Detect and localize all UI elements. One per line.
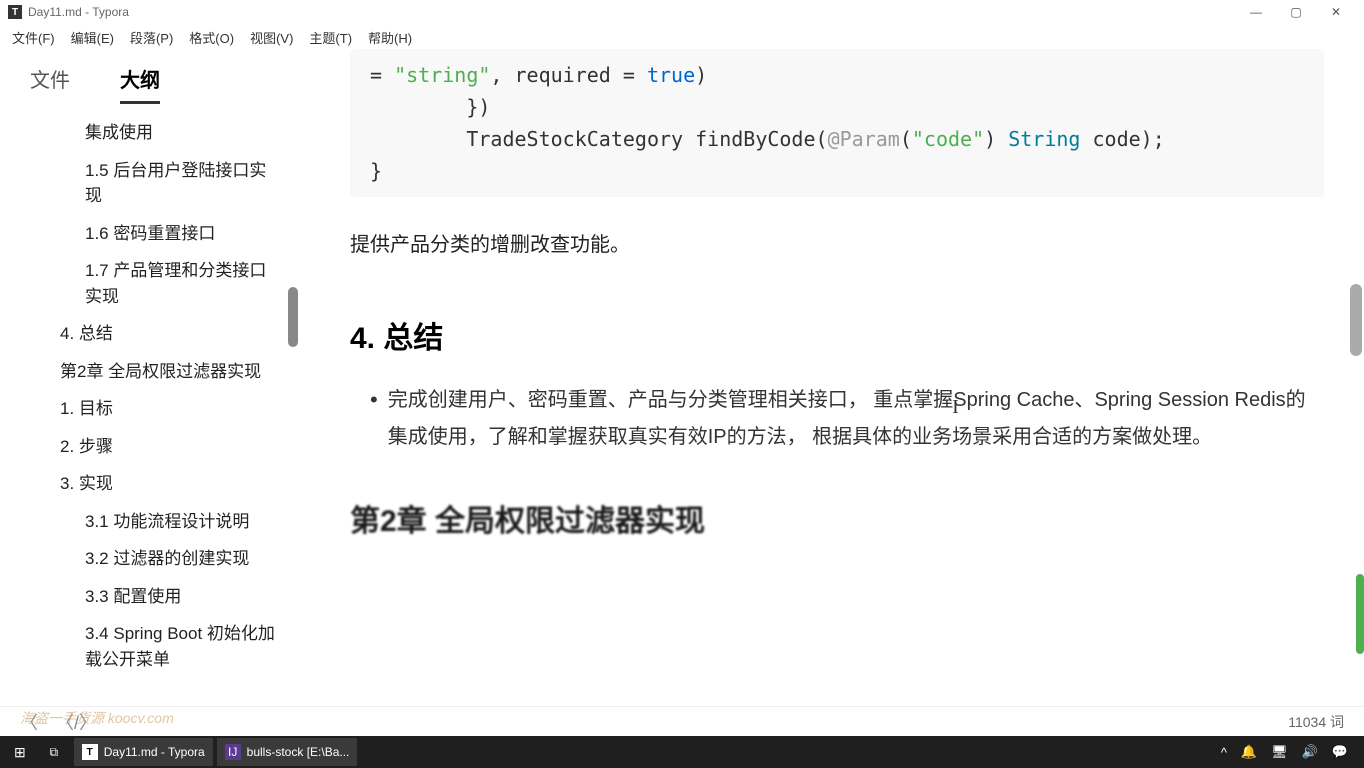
outline-item[interactable]: 3.4 Spring Boot 初始化加载公开菜单 — [0, 615, 300, 678]
main-area: 文件 大纲 集成使用 1.5 后台用户登陆接口实现 1.6 密码重置接口 1.7… — [0, 49, 1364, 706]
list-item[interactable]: • 完成创建用户、密码重置、产品与分类管理相关接口， 重点掌握Spring Ca… — [370, 382, 1324, 456]
source-mode-icon[interactable]: 〈/〉 — [56, 709, 97, 735]
sidebar: 文件 大纲 集成使用 1.5 后台用户登陆接口实现 1.6 密码重置接口 1.7… — [0, 49, 300, 706]
tray-action-center-icon[interactable]: 💬 — [1332, 744, 1348, 760]
editor-scrollbar[interactable] — [1350, 284, 1362, 356]
code-text: ) — [695, 63, 707, 87]
close-button[interactable]: ✕ — [1316, 0, 1356, 25]
window-controls: — ▢ ✕ — [1236, 0, 1356, 25]
heading-partial[interactable]: 第2章 全局权限过滤器实现 — [350, 496, 1324, 540]
outline-item[interactable]: 第2章 全局权限过滤器实现 — [0, 353, 300, 391]
editor-content[interactable]: = "string", required = true) }) TradeSto… — [300, 49, 1364, 706]
tray-notification-icon[interactable]: 🔔 — [1241, 744, 1257, 760]
titlebar: T Day11.md - Typora — ▢ ✕ — [0, 0, 1364, 25]
code-annotation: @Param — [828, 127, 900, 151]
code-string: "code" — [912, 127, 984, 151]
code-text: = — [370, 63, 394, 87]
editor[interactable]: = "string", required = true) }) TradeSto… — [300, 49, 1364, 706]
outline-item[interactable]: 1.5 后台用户登陆接口实现 — [0, 152, 300, 215]
word-count[interactable]: 11034 词 — [1288, 712, 1344, 732]
menu-theme[interactable]: 主题(T) — [303, 26, 358, 49]
outline-item[interactable]: 2. 步骤 — [0, 428, 300, 466]
tab-outline[interactable]: 大纲 — [120, 64, 160, 104]
taskbar-idea-label: bulls-stock [E:\Ba... — [247, 745, 350, 759]
menubar: 文件(F) 编辑(E) 段落(P) 格式(O) 视图(V) 主题(T) 帮助(H… — [0, 25, 1364, 49]
outline-item[interactable]: 3. 实现 — [0, 465, 300, 503]
editor-scrollbar-track — [1354, 49, 1364, 706]
title-area: T Day11.md - Typora — [8, 5, 129, 19]
taskbar-typora-label: Day11.md - Typora — [104, 745, 205, 759]
menu-file[interactable]: 文件(F) — [6, 26, 61, 49]
code-block[interactable]: = "string", required = true) }) TradeSto… — [350, 49, 1324, 197]
code-text: TradeStockCategory findByCode( — [370, 127, 828, 151]
status-left: 〈 〈/〉 — [20, 709, 97, 735]
outline-item[interactable]: 4. 总结 — [0, 315, 300, 353]
outline-list[interactable]: 集成使用 1.5 后台用户登陆接口实现 1.6 密码重置接口 1.7 产品管理和… — [0, 104, 300, 706]
system-tray: ^ 🔔 🖥 🔊 💬 — [1221, 744, 1358, 760]
code-text: ) — [984, 127, 1008, 151]
statusbar: 〈 〈/〉 11034 词 — [0, 706, 1364, 736]
outline-item[interactable]: 3.1 功能流程设计说明 — [0, 503, 300, 541]
taskbar-typora[interactable]: T Day11.md - Typora — [74, 738, 213, 766]
outline-item[interactable]: 1.7 产品管理和分类接口实现 — [0, 252, 300, 315]
menu-edit[interactable]: 编辑(E) — [65, 26, 120, 49]
window-title: Day11.md - Typora — [28, 5, 129, 19]
back-icon[interactable]: 〈 — [20, 709, 38, 735]
code-text: ( — [900, 127, 912, 151]
menu-format[interactable]: 格式(O) — [183, 26, 240, 49]
code-text: }) — [370, 91, 1304, 123]
editor-scroll-marker[interactable] — [1356, 574, 1364, 654]
outline-item[interactable]: 3.3 配置使用 — [0, 578, 300, 616]
menu-help[interactable]: 帮助(H) — [362, 26, 418, 49]
maximize-button[interactable]: ▢ — [1276, 0, 1316, 25]
tab-files[interactable]: 文件 — [30, 64, 70, 104]
tray-network-icon[interactable]: 🖥 — [1271, 744, 1288, 760]
bullet-icon: • — [370, 382, 378, 456]
menu-paragraph[interactable]: 段落(P) — [124, 26, 179, 49]
code-text: code); — [1080, 127, 1164, 151]
code-text: } — [370, 155, 1304, 187]
code-keyword: true — [647, 63, 695, 87]
tray-chevron-icon[interactable]: ^ — [1221, 745, 1227, 760]
outline-item[interactable]: 1.6 密码重置接口 — [0, 215, 300, 253]
code-type: String — [1008, 127, 1080, 151]
sidebar-tabs: 文件 大纲 — [0, 49, 300, 104]
bullet-text: 完成创建用户、密码重置、产品与分类管理相关接口， 重点掌握Spring Cach… — [388, 382, 1324, 456]
tray-volume-icon[interactable]: 🔊 — [1302, 744, 1318, 760]
code-text: , required = — [490, 63, 647, 87]
taskbar-idea[interactable]: IJ bulls-stock [E:\Ba... — [217, 738, 358, 766]
minimize-button[interactable]: — — [1236, 0, 1276, 25]
taskbar: ⊞ ⧉ T Day11.md - Typora IJ bulls-stock [… — [0, 736, 1364, 768]
sidebar-scrollbar[interactable] — [288, 287, 298, 347]
start-button[interactable]: ⊞ — [6, 738, 34, 766]
task-view-button[interactable]: ⧉ — [38, 738, 70, 766]
paragraph[interactable]: 提供产品分类的增删改查功能。 — [350, 227, 1324, 263]
outline-item[interactable]: 1. 目标 — [0, 390, 300, 428]
code-string: "string" — [394, 63, 490, 87]
outline-item[interactable]: 3.2 过滤器的创建实现 — [0, 540, 300, 578]
menu-view[interactable]: 视图(V) — [244, 26, 299, 49]
app-icon: T — [8, 5, 22, 19]
outline-item[interactable]: 集成使用 — [0, 114, 300, 152]
heading-summary[interactable]: 4. 总结 — [350, 313, 1324, 357]
